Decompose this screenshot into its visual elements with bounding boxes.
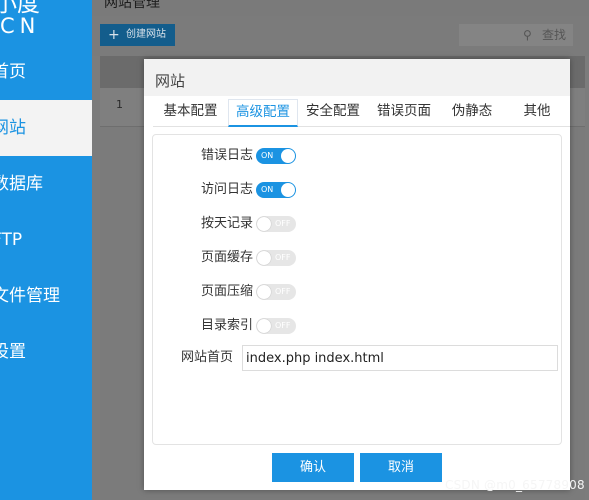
directory-index-toggle[interactable]: OFF <box>256 318 296 334</box>
toggle-state-text: OFF <box>275 321 291 330</box>
page-title: 网站管理 <box>104 0 160 11</box>
confirm-button[interactable]: 确认 <box>272 453 354 482</box>
page-cache-toggle[interactable]: OFF <box>256 250 296 266</box>
homepage-row: 网站首页 <box>153 345 563 371</box>
dialog-tabs: 基本配置 高级配置 安全配置 错误页面 伪静态 其他 <box>153 99 570 127</box>
advanced-config-panel: 错误日志 ON 访问日志 ON 按天记录 OFF 页面缓存 OFF 页面压缩 O… <box>152 134 562 445</box>
toggle-state-text: OFF <box>275 219 291 228</box>
sidebar-item-label: 设置 <box>0 342 26 362</box>
access-log-toggle[interactable]: ON <box>256 182 296 198</box>
sidebar-item-ftp[interactable]: FTP <box>0 212 92 268</box>
setting-label: 错误日志 <box>200 148 253 163</box>
row-number: 1 <box>116 98 123 111</box>
setting-label: 页面压缩 <box>200 284 253 299</box>
create-website-button[interactable]: + 创建网站 <box>100 24 175 46</box>
setting-label: 目录索引 <box>200 318 253 333</box>
sidebar-item-files[interactable]: 文件管理 <box>0 268 92 324</box>
homepage-label: 网站首页 <box>181 350 234 365</box>
sidebar-item-settings[interactable]: 设置 <box>0 324 92 380</box>
page-compress-toggle[interactable]: OFF <box>256 284 296 300</box>
sidebar-item-label: 网站 <box>0 118 26 138</box>
tab-security-config[interactable]: 安全配置 <box>298 99 368 127</box>
toggle-state-text: ON <box>261 185 274 194</box>
toggle-knob <box>257 217 271 231</box>
search-label: 查找 <box>542 28 567 42</box>
setting-label: 访问日志 <box>200 182 253 197</box>
toolbar: + 创建网站 ⚲ 查找 <box>92 16 589 56</box>
sidebar-item-home[interactable]: 首页 <box>0 44 92 100</box>
setting-label: 按天记录 <box>200 216 253 231</box>
cancel-button[interactable]: 取消 <box>360 453 442 482</box>
dialog-header: 网站 <box>144 59 570 96</box>
toggle-state-text: OFF <box>275 253 291 262</box>
tab-basic-config[interactable]: 基本配置 <box>153 99 228 127</box>
toggle-knob <box>257 285 271 299</box>
tab-rewrite[interactable]: 伪静态 <box>440 99 504 127</box>
sidebar: 小度 CN 首页 网站 数据库 FTP 文件管理 设置 <box>0 0 92 500</box>
daily-log-toggle[interactable]: OFF <box>256 216 296 232</box>
search-box[interactable]: ⚲ 查找 <box>459 24 573 46</box>
toggle-state-text: ON <box>261 151 274 160</box>
create-website-label: 创建网站 <box>126 29 166 40</box>
homepage-input[interactable] <box>242 345 558 371</box>
toggle-knob <box>257 251 271 265</box>
tab-other[interactable]: 其他 <box>504 99 570 127</box>
error-log-toggle[interactable]: ON <box>256 148 296 164</box>
sidebar-item-label: 数据库 <box>0 174 43 194</box>
tab-error-pages[interactable]: 错误页面 <box>368 99 440 127</box>
toggle-knob <box>257 319 271 333</box>
toggle-state-text: OFF <box>275 287 291 296</box>
sidebar-item-label: FTP <box>0 230 23 250</box>
top-breadcrumb-bar: 网站管理 <box>92 0 589 16</box>
toggle-knob <box>281 149 295 163</box>
brand-logo-bottom: CN <box>0 14 41 38</box>
website-settings-dialog: 网站 基本配置 高级配置 安全配置 错误页面 伪静态 其他 错误日志 ON 访问… <box>144 59 570 490</box>
sidebar-item-database[interactable]: 数据库 <box>0 156 92 212</box>
sidebar-item-label: 首页 <box>0 62 26 82</box>
plus-icon: + <box>108 27 120 43</box>
dialog-title: 网站 <box>155 72 186 90</box>
toggle-knob <box>281 183 295 197</box>
search-icon: ⚲ <box>523 28 532 42</box>
sidebar-item-website[interactable]: 网站 <box>0 100 92 156</box>
setting-label: 页面缓存 <box>200 250 253 265</box>
watermark: CSDN @m0_65778908 <box>445 478 585 492</box>
sidebar-item-label: 文件管理 <box>0 286 60 306</box>
tab-advanced-config[interactable]: 高级配置 <box>228 99 298 127</box>
